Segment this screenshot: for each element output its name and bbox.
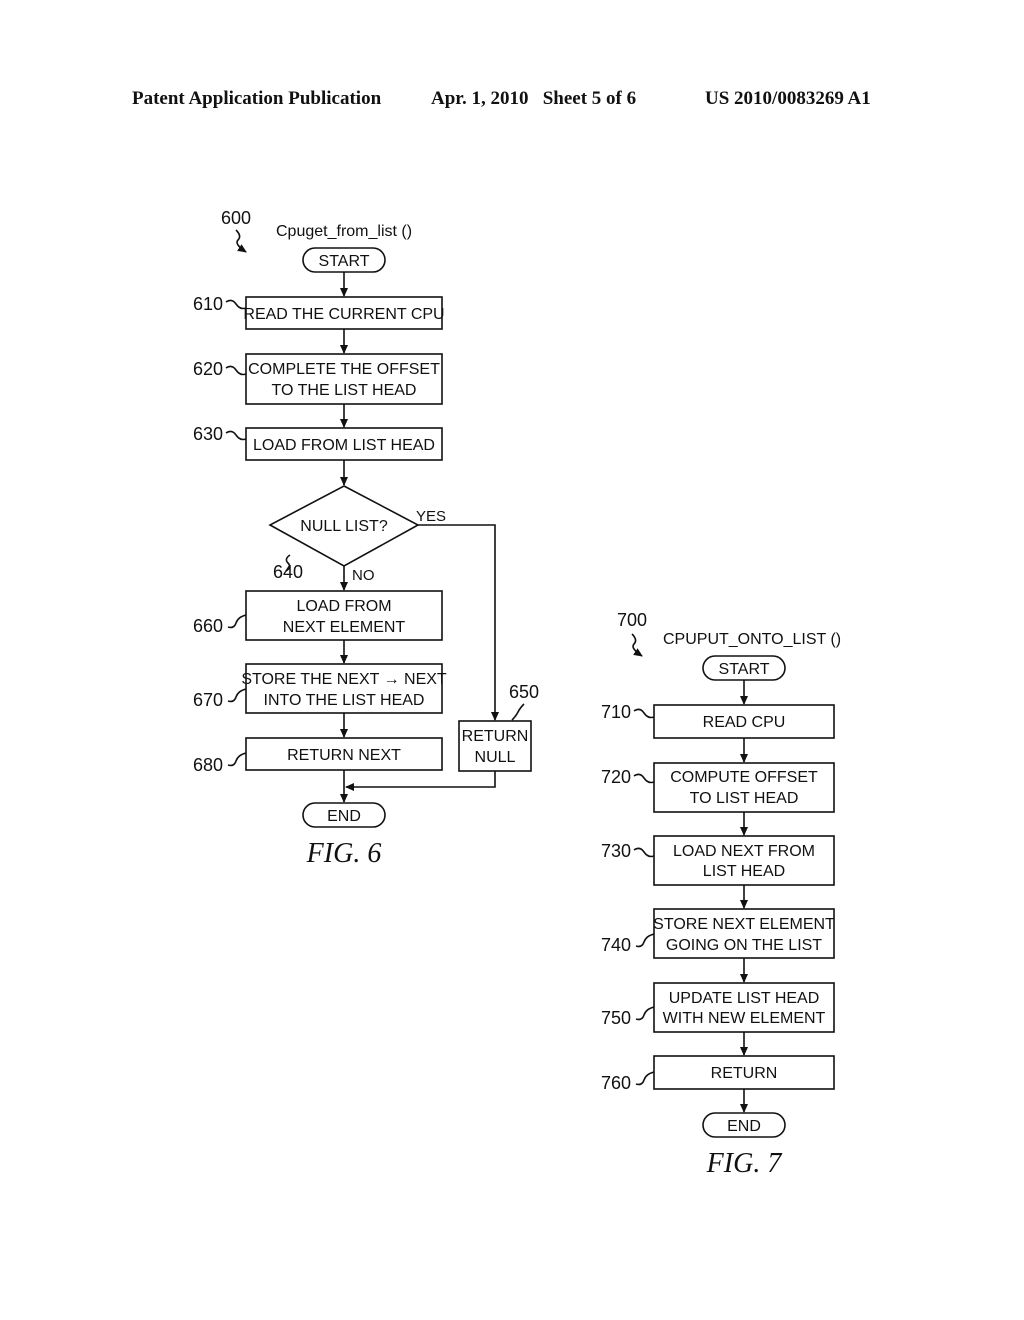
- fig7-step-720-text-2: TO LIST HEAD: [690, 790, 799, 807]
- fig6-step-670-text-1: STORE THE NEXT → NEXT: [241, 671, 447, 688]
- fig7-step-720-text-1: COMPUTE OFFSET: [670, 769, 818, 786]
- fig7-step-730-text-1: LOAD NEXT FROM: [673, 843, 815, 860]
- fig7-step-760-text: RETURN: [711, 1065, 778, 1082]
- fig6-step-680-text: RETURN NEXT: [287, 747, 401, 764]
- fig6-leader: [225, 365, 247, 376]
- fig6-step-660-text-1: LOAD FROM: [296, 598, 391, 615]
- fig6-ref-650: 650: [509, 682, 539, 702]
- fig7-leader: [633, 708, 655, 719]
- fig6-ref-620: 620: [193, 359, 223, 379]
- fig6-ref-pointer: [235, 229, 247, 253]
- fig6-leader: [227, 614, 247, 629]
- fig7-ref: 700: [617, 610, 647, 630]
- fig7-ref-720: 720: [601, 767, 631, 787]
- flowcharts: 600 Cpuget_from_list () START READ THE C…: [193, 208, 841, 1179]
- fig6-ref-610: 610: [193, 294, 223, 314]
- fig7-function-name: CPUPUT_ONTO_LIST (): [663, 631, 841, 648]
- fig6-ref-640: 640: [273, 562, 303, 582]
- fig7-ref-750: 750: [601, 1008, 631, 1028]
- fig6-step-610-text: READ THE CURRENT CPU: [243, 306, 444, 323]
- fig6-arrow-merge: [345, 771, 496, 791]
- fig7-step-730-text-2: LIST HEAD: [703, 863, 785, 880]
- fig7-ref-pointer: [631, 633, 643, 657]
- fig6-flowchart: 600 Cpuget_from_list () START READ THE C…: [193, 208, 539, 869]
- fig6-step-670-text-2: INTO THE LIST HEAD: [264, 692, 425, 709]
- fig6-step-620-text-1: COMPLETE THE OFFSET: [248, 361, 440, 378]
- fig6-start-label: START: [319, 253, 370, 270]
- fig6-ref-670: 670: [193, 690, 223, 710]
- fig6-leader: [511, 703, 525, 721]
- fig7-ref-710: 710: [601, 702, 631, 722]
- fig6-ref: 600: [221, 208, 251, 228]
- fig7-end-label: END: [727, 1118, 761, 1135]
- fig7-ref-760: 760: [601, 1073, 631, 1093]
- fig7-start-label: START: [719, 661, 770, 678]
- fig7-step-740-text-1: STORE NEXT ELEMENT: [653, 916, 835, 933]
- fig6-decision-text: NULL LIST?: [300, 518, 388, 535]
- fig6-leader: [225, 430, 247, 441]
- fig7-step-740-text-2: GOING ON THE LIST: [666, 937, 822, 954]
- fig7-ref-740: 740: [601, 935, 631, 955]
- fig7-step-710-text: READ CPU: [703, 714, 786, 731]
- fig7-leader: [635, 1071, 655, 1086]
- fig7-step-750-text-2: WITH NEW ELEMENT: [663, 1010, 826, 1027]
- fig7-step-750-text-1: UPDATE LIST HEAD: [669, 990, 820, 1007]
- fig6-leader: [227, 688, 247, 703]
- fig6-yes-label: YES: [416, 508, 446, 525]
- fig6-no-label: NO: [352, 567, 375, 584]
- fig6-return-null-text-2: NULL: [475, 749, 516, 766]
- fig7-caption: FIG. 7: [706, 1148, 783, 1179]
- fig7-flowchart: 700 CPUPUT_ONTO_LIST () START READ CPU 7…: [601, 610, 841, 1179]
- fig6-leader: [227, 752, 247, 767]
- fig6-ref-630: 630: [193, 424, 223, 444]
- fig6-ref-660: 660: [193, 616, 223, 636]
- fig6-function-name: Cpuget_from_list (): [276, 223, 412, 240]
- fig6-ref-680: 680: [193, 755, 223, 775]
- fig6-step-620-text-2: TO THE LIST HEAD: [272, 382, 417, 399]
- fig6-caption: FIG. 6: [306, 838, 382, 869]
- fig7-leader: [633, 773, 655, 784]
- fig6-return-null-text-1: RETURN: [462, 728, 529, 745]
- fig7-leader: [635, 1006, 655, 1021]
- fig7-leader: [633, 847, 655, 858]
- fig7-ref-730: 730: [601, 841, 631, 861]
- fig6-step-660-text-2: NEXT ELEMENT: [283, 619, 406, 636]
- fig6-step-630-text: LOAD FROM LIST HEAD: [253, 437, 435, 454]
- fig7-leader: [635, 933, 655, 948]
- fig6-end-label: END: [327, 808, 361, 825]
